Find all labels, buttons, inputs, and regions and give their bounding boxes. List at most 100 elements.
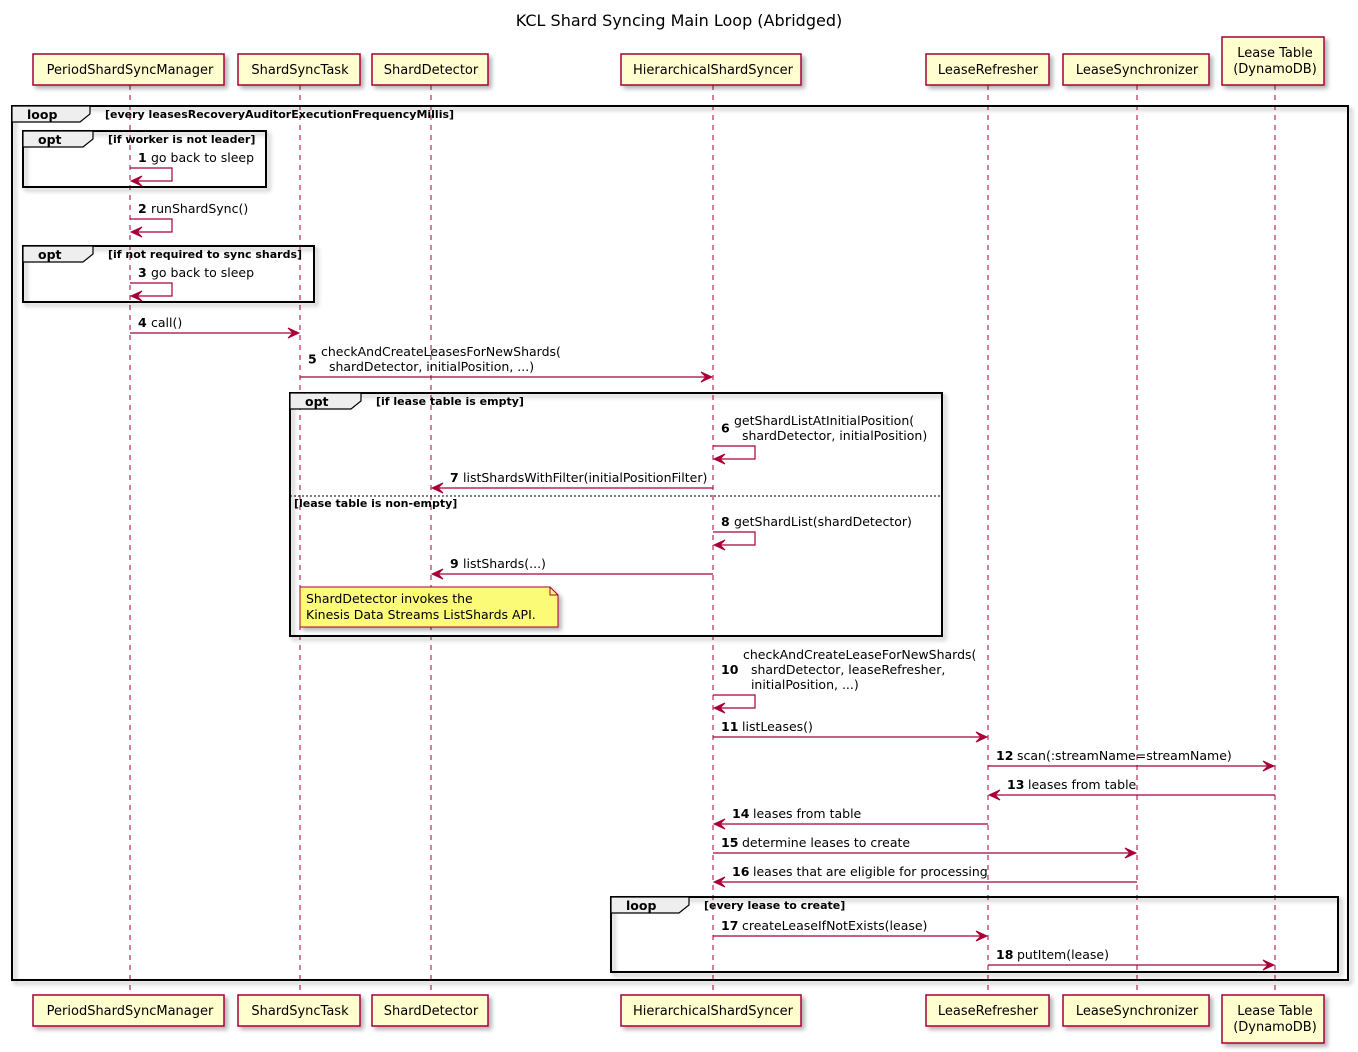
message-label: leases from table bbox=[753, 806, 862, 821]
participant-label: HierarchicalShardSyncer bbox=[633, 1004, 794, 1019]
message-label: getShardList(shardDetector) bbox=[734, 514, 912, 529]
participant-label: ShardSyncTask bbox=[251, 63, 349, 78]
participant-sd-top: ShardDetector bbox=[371, 53, 489, 86]
message-16: 16 leases that are eligible for processin… bbox=[712, 864, 1137, 888]
participant-label: PeriodShardSyncManager bbox=[47, 1004, 214, 1019]
participant-label: LeaseRefresher bbox=[938, 63, 1039, 78]
message-number: 11 bbox=[721, 719, 738, 734]
message-number: 3 bbox=[138, 265, 147, 280]
message-label: call() bbox=[151, 315, 182, 330]
frame-kind: opt bbox=[38, 247, 62, 262]
message-label: createLeaseIfNotExists(lease) bbox=[742, 918, 927, 933]
message-3: 3 go back to sleep bbox=[129, 265, 254, 302]
participant-sd-bottom: ShardDetector bbox=[371, 994, 489, 1027]
message-11: 11 listLeases() bbox=[713, 719, 989, 743]
participant-box bbox=[1221, 994, 1325, 1044]
frame-condition: [if not required to sync shards] bbox=[108, 248, 302, 261]
participant-ls-bottom: LeaseSynchronizer bbox=[1062, 994, 1210, 1027]
message-number: 4 bbox=[138, 315, 147, 330]
message-label: shardDetector, initialPosition, ...) bbox=[321, 359, 534, 374]
message-label: go back to sleep bbox=[151, 265, 254, 280]
participant-label: LeaseSynchronizer bbox=[1076, 1004, 1199, 1019]
message-label: determine leases to create bbox=[742, 835, 910, 850]
participant-label: LeaseRefresher bbox=[938, 1004, 1039, 1019]
message-label: listShardsWithFilter(initialPositionFilt… bbox=[463, 470, 707, 485]
message-label: putItem(lease) bbox=[1017, 947, 1109, 962]
participant-hss-top: HierarchicalShardSyncer bbox=[620, 53, 802, 86]
message-17: 17 createLeaseIfNotExists(lease) bbox=[713, 918, 989, 942]
message-15: 15 determine leases to create bbox=[713, 835, 1138, 859]
message-label: checkAndCreateLeasesForNewShards( bbox=[321, 344, 561, 359]
message-number: 6 bbox=[721, 421, 730, 436]
participant-ls-top: LeaseSynchronizer bbox=[1062, 53, 1210, 86]
message-label: leases that are eligible for processing bbox=[753, 864, 988, 879]
participant-hss-bottom: HierarchicalShardSyncer bbox=[620, 994, 802, 1027]
frame-kind: loop bbox=[27, 107, 57, 122]
message-label: listShards(...) bbox=[463, 556, 546, 571]
note-text: Kinesis Data Streams ListShards API. bbox=[306, 607, 536, 622]
message-12: 12 scan(:streamName=streamName) bbox=[988, 748, 1276, 772]
participant-label: LeaseSynchronizer bbox=[1076, 63, 1199, 78]
message-label: runShardSync() bbox=[151, 201, 248, 216]
message-label: shardDetector, initialPosition) bbox=[734, 428, 927, 443]
message-number: 10 bbox=[721, 662, 739, 677]
message-label: checkAndCreateLeaseForNewShards( bbox=[743, 647, 976, 662]
message-6: 6 getShardListAtInitialPosition( shardDet… bbox=[712, 413, 927, 465]
message-number: 13 bbox=[1007, 777, 1024, 792]
message-label: getShardListAtInitialPosition( bbox=[734, 413, 914, 428]
message-label: scan(:streamName=streamName) bbox=[1017, 748, 1232, 763]
message-13: 13 leases from table bbox=[987, 777, 1275, 801]
frame-condition: [if lease table is empty] bbox=[376, 395, 524, 408]
message-label: initialPosition, ...) bbox=[743, 677, 859, 692]
message-number: 7 bbox=[450, 470, 459, 485]
message-label: shardDetector, leaseRefresher, bbox=[743, 662, 945, 677]
message-5: 5 checkAndCreateLeasesForNewShards( shard… bbox=[300, 344, 714, 383]
participant-label: (DynamoDB) bbox=[1233, 62, 1317, 77]
message-1: 1 go back to sleep bbox=[129, 150, 254, 187]
participant-lr-bottom: LeaseRefresher bbox=[925, 994, 1050, 1027]
frame-else-condition: [lease table is non-empty] bbox=[294, 497, 457, 510]
message-number: 17 bbox=[721, 918, 738, 933]
message-label: listLeases() bbox=[742, 719, 813, 734]
participant-box bbox=[1221, 36, 1325, 86]
message-number: 18 bbox=[996, 947, 1013, 962]
participant-psm-top: PeriodShardSyncManager bbox=[32, 53, 225, 86]
participant-label: ShardSyncTask bbox=[251, 1004, 349, 1019]
participant-label: Lease Table bbox=[1237, 46, 1313, 61]
message-number: 5 bbox=[308, 352, 317, 367]
participant-lt-top: Lease Table(DynamoDB) bbox=[1221, 36, 1325, 86]
participant-lt-bottom: Lease Table(DynamoDB) bbox=[1221, 994, 1325, 1044]
participant-sst-bottom: ShardSyncTask bbox=[237, 994, 361, 1027]
sequence-diagram: KCL Shard Syncing Main Loop (Abridged) l… bbox=[11, 11, 1349, 1044]
participant-sst-top: ShardSyncTask bbox=[237, 53, 361, 86]
frame-kind: opt bbox=[305, 394, 329, 409]
message-10: 10 checkAndCreateLeaseForNewShards( shard… bbox=[712, 647, 976, 714]
participant-label: (DynamoDB) bbox=[1233, 1020, 1317, 1035]
frame-border bbox=[11, 105, 1349, 981]
message-number: 2 bbox=[138, 201, 147, 216]
participant-label: Lease Table bbox=[1237, 1004, 1313, 1019]
message-number: 8 bbox=[721, 514, 730, 529]
diagram-title: KCL Shard Syncing Main Loop (Abridged) bbox=[516, 11, 842, 30]
message-7: 7 listShardsWithFilter(initialPositionFil… bbox=[430, 470, 713, 494]
message-number: 14 bbox=[732, 806, 750, 821]
message-number: 16 bbox=[732, 864, 750, 879]
message-14: 14 leases from table bbox=[712, 806, 988, 830]
note-text: ShardDetector invokes the bbox=[306, 591, 473, 606]
participant-label: ShardDetector bbox=[384, 63, 479, 78]
frame-inner-loop: loop [every lease to create] bbox=[610, 896, 1339, 973]
participant-label: ShardDetector bbox=[384, 1004, 479, 1019]
message-number: 9 bbox=[450, 556, 459, 571]
frame-condition: [every lease to create] bbox=[704, 899, 845, 912]
message-number: 12 bbox=[996, 748, 1013, 763]
frame-outer-loop: loop [every leasesRecoveryAuditorExecutio… bbox=[11, 105, 1349, 981]
frame-kind: opt bbox=[38, 132, 62, 147]
participant-label: PeriodShardSyncManager bbox=[47, 63, 214, 78]
message-label: go back to sleep bbox=[151, 150, 254, 165]
message-2: 2 runShardSync() bbox=[129, 201, 248, 238]
participant-lr-top: LeaseRefresher bbox=[925, 53, 1050, 86]
message-label: leases from table bbox=[1028, 777, 1137, 792]
participant-psm-bottom: PeriodShardSyncManager bbox=[32, 994, 225, 1027]
message-number: 15 bbox=[721, 835, 738, 850]
shard-detector-note: ShardDetector invokes theKinesis Data St… bbox=[299, 586, 559, 628]
